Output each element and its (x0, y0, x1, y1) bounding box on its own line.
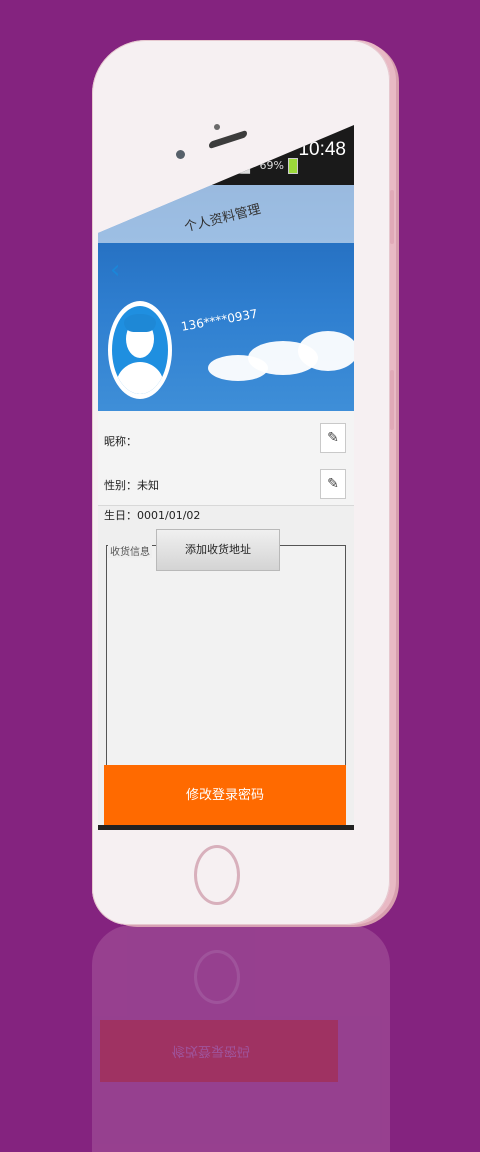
front-sensor (214, 124, 220, 130)
pencil-icon[interactable]: ✎ (320, 469, 346, 499)
phone-reflection: 修改登录密码 (92, 925, 390, 1152)
avatar-body (116, 362, 164, 394)
gender-row[interactable]: 性别：未知 ✎ (98, 465, 354, 506)
volume-button (390, 190, 394, 244)
add-address-button[interactable]: 添加收货地址 (156, 529, 280, 571)
user-avatar-icon (112, 306, 168, 394)
chevron-left-icon[interactable]: ‹ (110, 257, 120, 283)
battery-icon (288, 158, 298, 174)
pencil-icon[interactable]: ✎ (320, 423, 346, 453)
address-section (106, 545, 346, 767)
front-camera (176, 150, 185, 159)
gender-label: 性别：未知 (104, 479, 159, 492)
cloud-decoration (298, 331, 354, 371)
nickname-label: 昵称： (104, 435, 137, 448)
nickname-row[interactable]: 昵称： ✎ (98, 411, 354, 466)
avatar[interactable] (108, 301, 172, 399)
change-password-button[interactable]: 修改登录密码 (104, 765, 346, 827)
power-button (390, 370, 394, 430)
avatar-hair (124, 314, 156, 332)
app-screen: ✱ ◠ E ▂▄▆ 69% 10:48 个人资料管理 ‹ 136****0937… (98, 125, 354, 830)
screen-bottom-edge (98, 825, 354, 830)
home-button[interactable] (194, 845, 240, 905)
birthday-label: 生日：0001/01/02 (104, 509, 201, 522)
reflection-text: 修改登录密码 (172, 1043, 251, 1058)
reflection-home-button (194, 950, 240, 1004)
address-legend: 收货信息 (108, 543, 152, 558)
